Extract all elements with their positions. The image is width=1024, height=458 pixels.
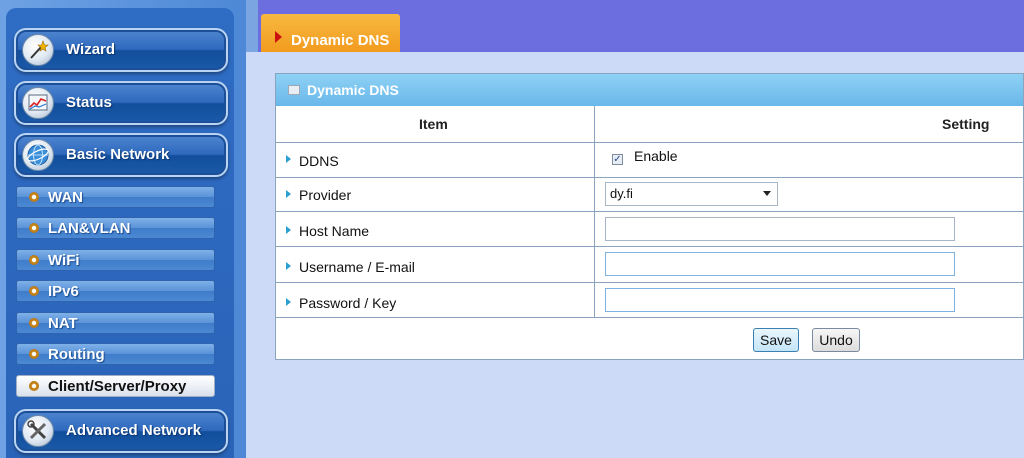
basic-network-button[interactable]: Basic Network: [14, 133, 228, 177]
column-header-setting: Setting: [942, 116, 990, 132]
tab-arrow-icon: [275, 31, 282, 43]
provider-select[interactable]: dy.fi: [605, 182, 778, 206]
sidebar-item-ipv6[interactable]: IPv6: [16, 280, 215, 302]
sidebar-item-label: WAN: [48, 189, 83, 206]
row-label: Username / E-mail: [299, 259, 415, 275]
row-label: DDNS: [299, 153, 339, 169]
bullet-icon: [29, 192, 39, 202]
dynamic-dns-panel: Dynamic DNS Item Setting DDNS ✓ Enable P…: [275, 73, 1024, 360]
basic-network-label: Basic Network: [66, 146, 170, 163]
tools-icon: [22, 415, 54, 447]
row-arrow-icon: [286, 155, 291, 163]
sidebar-item-label: WiFi: [48, 252, 80, 269]
username-email-input[interactable]: [605, 252, 955, 276]
table-row-provider: Provider dy.fi: [276, 177, 1023, 211]
undo-button[interactable]: Undo: [812, 328, 860, 352]
row-arrow-icon: [286, 190, 291, 198]
row-arrow-icon: [286, 298, 291, 306]
table-row-host-name: Host Name: [276, 211, 1023, 246]
column-header-item: Item: [419, 116, 448, 132]
bullet-icon: [29, 381, 39, 391]
sidebar-item-label: Routing: [48, 346, 105, 363]
table-row-username: Username / E-mail: [276, 246, 1023, 282]
page-tab: Dynamic DNS: [261, 14, 400, 52]
globe-icon: [22, 139, 54, 171]
sidebar-item-client-server-proxy[interactable]: Client/Server/Proxy: [16, 375, 215, 397]
row-arrow-icon: [286, 262, 291, 270]
sidebar-item-nat[interactable]: NAT: [16, 312, 215, 334]
ddns-enable-checkbox[interactable]: ✓: [612, 154, 623, 165]
sidebar-item-label: Client/Server/Proxy: [48, 378, 187, 395]
enable-label: Enable: [634, 148, 678, 164]
sidebar-item-label: IPv6: [48, 283, 79, 300]
wizard-wand-icon: [22, 34, 54, 66]
status-chart-icon: [22, 87, 54, 119]
sidebar-item-lan-vlan[interactable]: LAN&VLAN: [16, 217, 215, 239]
bullet-icon: [29, 318, 39, 328]
advanced-network-button[interactable]: Advanced Network: [14, 409, 228, 453]
row-arrow-icon: [286, 226, 291, 234]
save-button[interactable]: Save: [753, 328, 799, 352]
panel-title: Dynamic DNS: [307, 82, 399, 98]
password-key-input[interactable]: [605, 288, 955, 312]
bullet-icon: [29, 286, 39, 296]
status-label: Status: [66, 94, 112, 111]
table-header-row: Item Setting: [276, 106, 1023, 142]
wizard-button[interactable]: Wizard: [14, 28, 228, 72]
sidebar-item-label: NAT: [48, 315, 78, 332]
panel-window-icon: [288, 85, 300, 95]
bullet-icon: [29, 349, 39, 359]
status-button[interactable]: Status: [14, 81, 228, 125]
table-row-password: Password / Key: [276, 282, 1023, 317]
row-label: Provider: [299, 187, 352, 203]
provider-value: dy.fi: [610, 186, 633, 201]
sidebar-item-wan[interactable]: WAN: [16, 186, 215, 208]
top-bar-edge: [246, 0, 258, 52]
panel-header: Dynamic DNS: [276, 74, 1023, 106]
sidebar-item-wifi[interactable]: WiFi: [16, 249, 215, 271]
chevron-down-icon: [763, 191, 771, 196]
row-label: Host Name: [299, 223, 370, 239]
sidebar: Wizard Status Basic Network WAN LAN&VLAN…: [0, 0, 246, 458]
bullet-icon: [29, 255, 39, 265]
table-row-ddns: DDNS ✓ Enable: [276, 142, 1023, 177]
bullet-icon: [29, 223, 39, 233]
top-bar: Dynamic DNS: [246, 0, 1024, 52]
wizard-label: Wizard: [66, 41, 116, 58]
row-label: Password / Key: [299, 295, 397, 311]
advanced-network-label: Advanced Network: [66, 422, 202, 439]
host-name-input[interactable]: [605, 217, 955, 241]
sidebar-item-label: LAN&VLAN: [48, 220, 131, 237]
page-title: Dynamic DNS: [291, 32, 390, 49]
table-row-actions: Save Undo: [276, 317, 1023, 361]
sidebar-item-routing[interactable]: Routing: [16, 343, 215, 365]
